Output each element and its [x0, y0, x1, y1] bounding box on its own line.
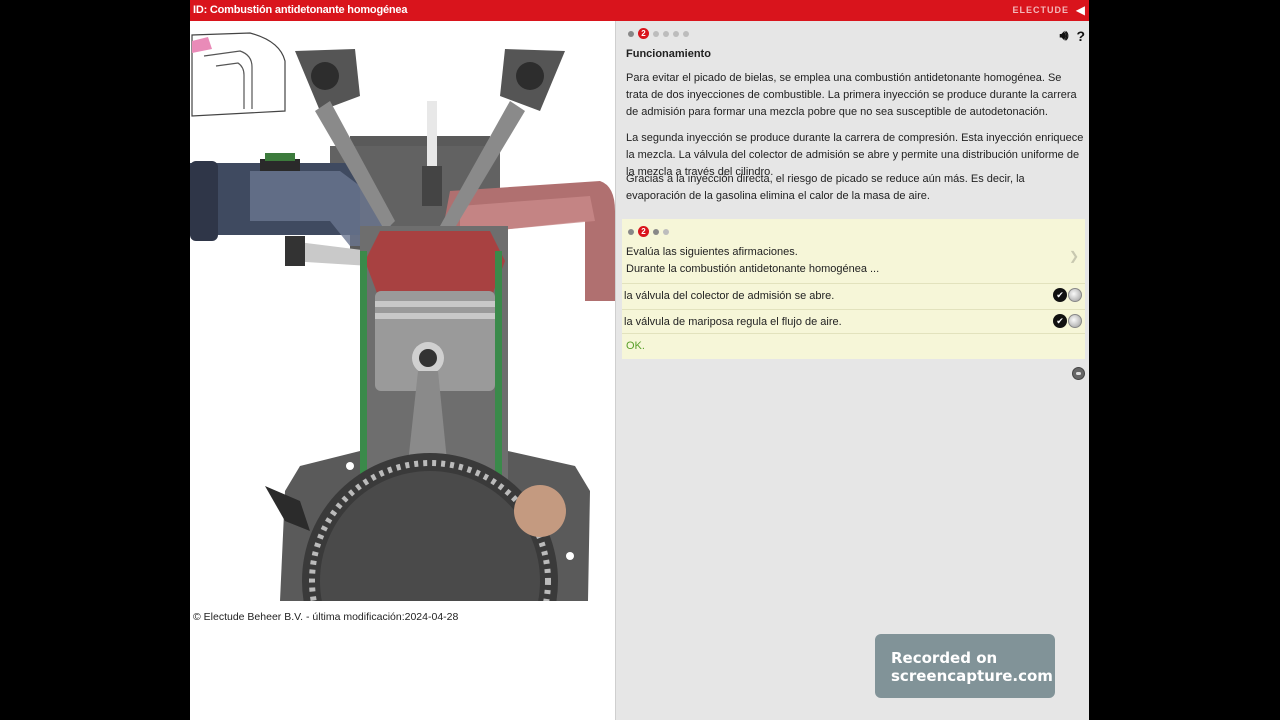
statement-row[interactable]: la válvula del colector de admisión se a…	[622, 283, 1085, 307]
page-title: ID: Combustión antidetonante homogénea	[193, 4, 408, 16]
feedback-row: OK.	[622, 333, 1085, 359]
quiz-prompt-line1: Evalúa las siguientes afirmaciones.	[626, 246, 798, 258]
paragraph: Para evitar el picado de bielas, se empl…	[626, 72, 1077, 118]
chevron-left-icon[interactable]: ◀	[1076, 3, 1085, 17]
app-window: ID: Combustión antidetonante homogénea E…	[190, 0, 1089, 720]
help-icon[interactable]: ?	[1076, 28, 1085, 44]
step-dot[interactable]	[663, 30, 669, 37]
step-dot[interactable]	[653, 30, 659, 37]
check-icon[interactable]: ✔	[1053, 314, 1067, 328]
statement-label: la válvula del colector de admisión se a…	[624, 290, 835, 302]
step-dot[interactable]	[673, 30, 679, 37]
toolbar-icons: 🔊︎ ?	[1060, 27, 1085, 44]
illustration-pane: © Electude Beheer B.V. - última modifica…	[190, 21, 615, 720]
engine-cross-section-illustration	[190, 32, 615, 601]
radio-button[interactable]	[1068, 288, 1082, 302]
watermark-line1: Recorded on	[891, 649, 998, 667]
next-arrow-icon[interactable]: ❯	[1069, 249, 1079, 263]
step-dot[interactable]	[628, 228, 634, 235]
step-indicator: 2	[628, 28, 689, 39]
step-dot[interactable]	[628, 30, 634, 37]
copyright-text: © Electude Beheer B.V. - última modifica…	[193, 611, 459, 623]
check-icon[interactable]: ✔	[1053, 288, 1067, 302]
title-bar: ID: Combustión antidetonante homogénea E…	[190, 0, 1089, 21]
speaker-icon[interactable]: 🔊︎	[1060, 27, 1069, 44]
recording-watermark: Recorded on screencapture.com	[875, 634, 1055, 698]
step-dot[interactable]	[653, 228, 659, 235]
quiz-panel: 2 ❯ Evalúa las siguientes afirmaciones. …	[622, 219, 1085, 359]
step-dot[interactable]	[663, 228, 669, 235]
statement-label: la válvula de mariposa regula el flujo d…	[624, 316, 842, 328]
content-pane: 2 🔊︎ ? Funcionamiento Para evitar el pic…	[615, 21, 1089, 720]
step-dot-active[interactable]: 2	[638, 226, 649, 237]
step-dot-active[interactable]: 2	[638, 28, 649, 39]
quiz-step-indicator: 2	[628, 226, 669, 237]
section-title: Funcionamiento	[626, 48, 711, 60]
quiz-prompt-line2: Durante la combustión antidetonante homo…	[626, 263, 880, 275]
continue-button[interactable]	[1072, 367, 1085, 380]
step-dot[interactable]	[683, 30, 689, 37]
watermark-line2: screencapture.com	[891, 667, 1053, 685]
statement-row[interactable]: la válvula de mariposa regula el flujo d…	[622, 309, 1085, 333]
paragraph: Gracias a la inyección directa, el riesg…	[626, 173, 1025, 202]
quiz-prompt: Evalúa las siguientes afirmaciones. Dura…	[626, 244, 879, 278]
overview-thumbnail[interactable]	[191, 32, 286, 117]
radio-button[interactable]	[1068, 314, 1082, 328]
feedback-ok: OK.	[626, 340, 645, 352]
brand-logo: ELECTUDE	[1012, 5, 1069, 15]
